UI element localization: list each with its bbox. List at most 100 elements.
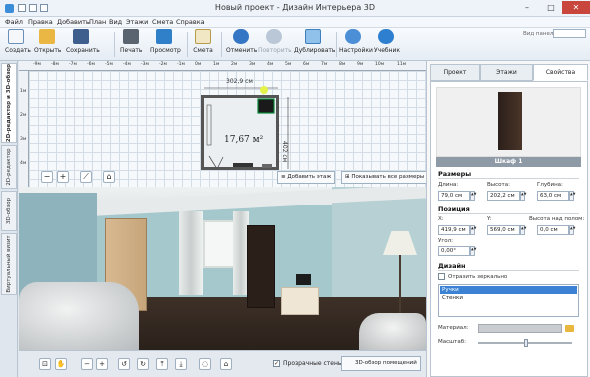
duplicate-icon	[305, 29, 321, 44]
estimate-button[interactable]: Смета	[193, 29, 213, 60]
ruler-tool-icon[interactable]: ⟋	[80, 171, 92, 183]
zoom-in-button[interactable]: +	[57, 171, 69, 183]
show-all-sizes-label: Показывать все размеры	[351, 174, 425, 180]
height-input[interactable]: 202,2 см	[487, 191, 520, 201]
3d-sofa[interactable]	[19, 282, 139, 350]
tab-2d-editor[interactable]: 2D-редактор	[1, 145, 17, 189]
y-spinner[interactable]: ▲▼	[520, 225, 526, 235]
toolbar: Создать Открыть Сохранить Печать Просмот…	[0, 28, 590, 61]
length-spinner[interactable]: ▲▼	[470, 191, 476, 201]
properties-panel: Проект Этажи Свойства Шкаф 1 Размеры Дли…	[426, 61, 590, 377]
angle-spinner[interactable]: ▲▼	[470, 246, 476, 256]
help-icon	[378, 29, 394, 44]
tab-2d-3d[interactable]: 2D-редактор и 3D-обзор	[1, 63, 17, 143]
zoom-out-3d-icon[interactable]: −	[81, 358, 93, 370]
3d-wardrobe[interactable]	[247, 225, 275, 308]
menu-file[interactable]: Файл	[5, 18, 23, 26]
list-item[interactable]: Ручки	[440, 286, 577, 294]
redo-button[interactable]: Повторить	[258, 29, 292, 60]
pan-hand-icon[interactable]: ✋	[55, 358, 67, 370]
zoom-out-button[interactable]: −	[41, 171, 53, 183]
height-label: Высота:	[487, 182, 510, 188]
home-3d-icon[interactable]: ⌂	[220, 358, 232, 370]
home-view-icon[interactable]: ⌂	[103, 171, 115, 183]
y-input[interactable]: 569,0 см	[487, 225, 520, 235]
show-all-sizes-button[interactable]: ⊞ Показывать все размеры	[341, 171, 426, 184]
save-button[interactable]: Сохранить	[66, 29, 100, 60]
angle-input[interactable]: 0,00°	[438, 246, 470, 256]
settings-label: Настройки	[339, 47, 373, 54]
close-button[interactable]: ✕	[562, 1, 590, 14]
rotate-left-icon[interactable]: ↺	[118, 358, 130, 370]
minimize-button[interactable]: –	[515, 1, 539, 14]
tab-floors[interactable]: Этажи	[480, 64, 533, 81]
mirror-checkbox[interactable]	[438, 273, 445, 280]
duplicate-button[interactable]: Дублировать	[294, 29, 336, 60]
material-swatch[interactable]	[478, 324, 562, 333]
depth-input[interactable]: 63,0 см	[537, 191, 569, 201]
3d-toolbar: ⊡ ✋ − + ↺ ↻ ⤒ ⤓ ◌ ⌂ ✓ Прозрачные стены 3…	[19, 350, 426, 377]
3d-curtain-left[interactable]	[179, 211, 203, 295]
create-label: Создать	[5, 47, 31, 54]
select-mode-icon[interactable]: ⊡	[39, 358, 51, 370]
tutorial-button[interactable]: Учебник	[374, 29, 400, 60]
room-width-label: 302,9 см	[226, 78, 253, 85]
settings-button[interactable]: Настройки	[339, 29, 373, 60]
menu-floors[interactable]: Этажи	[126, 18, 148, 26]
3d-armchair[interactable]	[359, 313, 426, 350]
tilt-up-icon[interactable]: ⤒	[156, 358, 168, 370]
view-panels-select[interactable]	[553, 29, 586, 38]
room-overview-button[interactable]: 3D-обзор помещений	[341, 356, 421, 371]
tab-virtual-visit[interactable]: Виртуальный визит	[1, 233, 17, 295]
plan-editor[interactable]: -9м -8м -7м -6м -5м -4м -3м -2м -1м 0м 1…	[19, 61, 426, 187]
folder-icon[interactable]	[565, 325, 574, 332]
transparent-walls-checkbox[interactable]: ✓	[273, 360, 280, 367]
floor-height-input[interactable]: 0,0 см	[537, 225, 569, 235]
height-spinner[interactable]: ▲▼	[520, 191, 526, 201]
depth-spinner[interactable]: ▲▼	[569, 191, 575, 201]
duplicate-label: Дублировать	[294, 47, 336, 54]
scale-slider-thumb[interactable]	[524, 339, 528, 347]
add-floor-button[interactable]: ≡ Добавить этаж	[277, 171, 336, 184]
3d-tv-stand[interactable]	[281, 287, 319, 315]
room-outline[interactable]	[201, 95, 279, 170]
tab-3d-view-label: 3D-обзор	[6, 197, 12, 225]
print-button[interactable]: Печать	[120, 29, 142, 60]
preview-button[interactable]: Просмотр	[150, 29, 181, 60]
3d-tv[interactable]	[296, 274, 311, 285]
tab-3d-view[interactable]: 3D-обзор	[1, 191, 17, 231]
printer-icon	[123, 29, 139, 44]
mirror-label: Отразить зеркально	[448, 274, 508, 280]
maximize-button[interactable]: □	[539, 1, 563, 14]
menu-add[interactable]: Добавить	[57, 18, 90, 26]
create-button[interactable]: Создать	[5, 29, 31, 60]
tab-project[interactable]: Проект	[430, 64, 480, 81]
position-section-title: Позиция	[438, 205, 470, 213]
x-input[interactable]: 419,9 см	[438, 225, 470, 235]
menu-bar: Файл Правка Добавить План Вид Этажи Смет…	[0, 17, 590, 28]
menu-view[interactable]: Вид	[109, 18, 122, 26]
room-area-label: 17,67 м²	[224, 135, 264, 145]
undo-button[interactable]: Отменить	[226, 29, 257, 60]
x-spinner[interactable]: ▲▼	[470, 225, 476, 235]
print-label: Печать	[120, 47, 143, 54]
length-input[interactable]: 79,0 см	[438, 191, 470, 201]
floor-height-spinner[interactable]: ▲▼	[569, 225, 575, 235]
material-label: Материал:	[438, 325, 469, 331]
tab-2d-editor-label: 2D-редактор	[6, 148, 12, 186]
list-item[interactable]: Стенки	[440, 294, 577, 302]
menu-plan[interactable]: План	[89, 18, 106, 26]
light-bulb-icon[interactable]: ◌	[199, 358, 211, 370]
zoom-in-3d-icon[interactable]: +	[96, 358, 108, 370]
menu-estimate[interactable]: Смета	[152, 18, 173, 26]
menu-edit[interactable]: Правка	[28, 18, 53, 26]
open-button[interactable]: Открыть	[34, 29, 61, 60]
tab-properties[interactable]: Свойства	[533, 64, 588, 81]
parts-listbox[interactable]: Ручки Стенки	[438, 284, 579, 317]
open-folder-icon	[39, 29, 55, 44]
3d-viewport[interactable]	[19, 187, 426, 350]
rotate-right-icon[interactable]: ↻	[137, 358, 149, 370]
menu-help[interactable]: Справка	[176, 18, 205, 26]
tilt-down-icon[interactable]: ⤓	[175, 358, 187, 370]
y-label: Y:	[487, 216, 492, 222]
